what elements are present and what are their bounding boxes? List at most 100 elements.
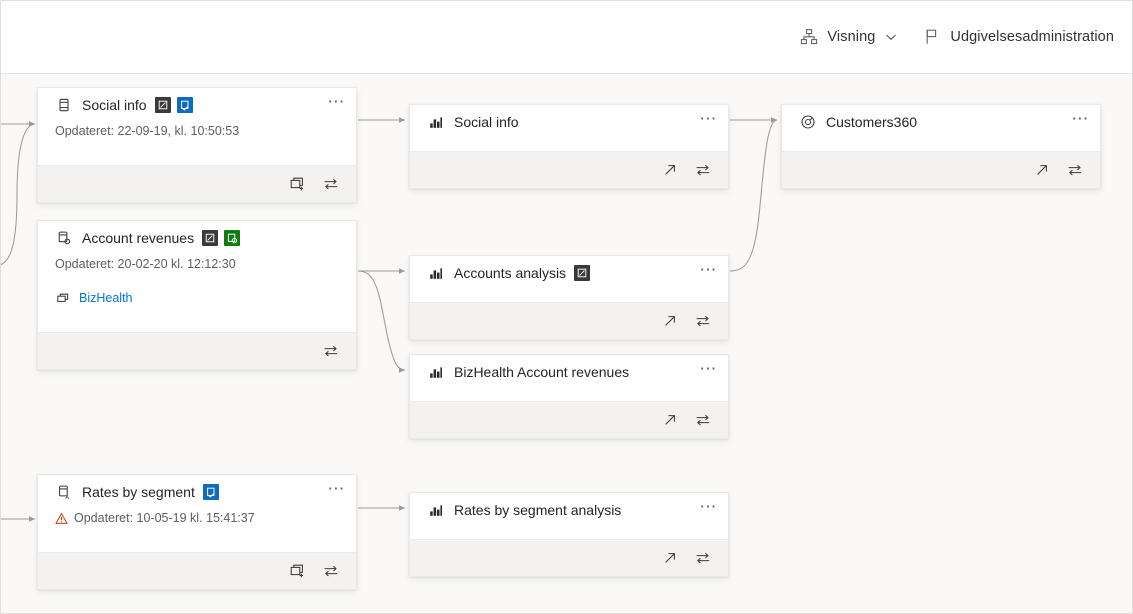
card-body: Social info ⋯ xyxy=(410,105,728,151)
release-management-label: Udgivelsesadministration xyxy=(950,29,1114,45)
card-title: Social info xyxy=(82,97,147,113)
create-report-icon[interactable] xyxy=(284,171,312,197)
lineage-impact-icon[interactable] xyxy=(689,157,717,183)
card-title: Rates by segment xyxy=(82,484,195,500)
card-title: Accounts analysis xyxy=(454,265,566,281)
lineage-impact-icon[interactable] xyxy=(317,338,345,364)
certified-badge-icon[interactable] xyxy=(177,97,193,113)
card-footer xyxy=(410,151,728,188)
lineage-impact-icon[interactable] xyxy=(317,558,345,584)
card-menu-button[interactable]: ⋯ xyxy=(697,362,720,381)
report-icon xyxy=(427,363,445,381)
lineage-impact-icon[interactable] xyxy=(1061,157,1089,183)
promoted-badge-icon[interactable] xyxy=(155,97,171,113)
card-body: Account revenues xyxy=(38,221,356,332)
card-header: BizHealth Account revenues ⋯ xyxy=(410,355,728,388)
card-filler xyxy=(38,528,356,552)
card-filler xyxy=(410,526,728,539)
release-management-button[interactable]: Udgivelsesadministration xyxy=(916,21,1120,53)
card-header: Accounts analysis ⋯ xyxy=(410,256,728,289)
lineage-card-dataset-social-info[interactable]: Social info xyxy=(37,87,357,203)
card-filler xyxy=(410,138,728,151)
top-toolbar: Visning Udgivelsesadministration xyxy=(1,1,1133,74)
view-menu-label: Visning xyxy=(827,29,875,45)
card-badges xyxy=(574,265,596,281)
lineage-card-dataset-rates-by-segment[interactable]: A Rates by segment xyxy=(37,474,357,590)
dashboard-icon xyxy=(799,113,817,131)
open-report-icon[interactable] xyxy=(1028,157,1056,183)
card-body: A Rates by segment xyxy=(38,475,356,552)
card-title: Social info xyxy=(454,114,519,130)
card-menu-button[interactable]: ⋯ xyxy=(1069,112,1092,131)
card-source-link[interactable]: BizHealth xyxy=(79,291,133,305)
dataset-refresh-icon: A xyxy=(55,483,73,501)
card-body: Accounts analysis ⋯ xyxy=(410,256,728,302)
lineage-card-dataset-account-revenues[interactable]: Account revenues xyxy=(37,220,357,370)
lineage-view-page: Visning Udgivelsesadministration xyxy=(0,0,1133,614)
card-badges xyxy=(203,484,225,500)
card-filler xyxy=(410,289,728,302)
card-filler xyxy=(410,388,728,401)
card-header: Social info xyxy=(38,88,356,121)
flag-icon xyxy=(922,27,942,47)
card-meta: Opdateret: 20-02-20 kl. 12:12:30 xyxy=(38,254,356,274)
lineage-impact-icon[interactable] xyxy=(689,308,717,334)
card-badges xyxy=(155,97,199,113)
card-menu-button[interactable]: ⋯ xyxy=(697,112,720,131)
card-header: Account revenues xyxy=(38,221,356,254)
card-header: Rates by segment analysis ⋯ xyxy=(410,493,728,526)
open-report-icon[interactable] xyxy=(656,407,684,433)
card-header: Customers360 ⋯ xyxy=(782,105,1100,138)
lineage-impact-icon[interactable] xyxy=(317,171,345,197)
card-body: Social info xyxy=(38,88,356,165)
card-footer xyxy=(410,302,728,339)
lineage-card-report-social-info[interactable]: Social info ⋯ xyxy=(409,104,729,189)
card-body: BizHealth Account revenues ⋯ xyxy=(410,355,728,401)
view-menu-button[interactable]: Visning xyxy=(793,21,906,53)
lineage-hierarchy-icon xyxy=(799,27,819,47)
card-menu-button[interactable]: ⋯ xyxy=(325,95,348,114)
lineage-card-report-rates-by-segment-analysis[interactable]: Rates by segment analysis ⋯ xyxy=(409,492,729,577)
lineage-impact-icon[interactable] xyxy=(689,545,717,571)
lineage-card-report-bizhealth-account-revenues[interactable]: BizHealth Account revenues ⋯ xyxy=(409,354,729,439)
card-meta: Opdateret: 10-05-19 kl. 15:41:37 xyxy=(38,508,356,528)
warning-triangle-icon xyxy=(55,512,68,525)
card-menu-button[interactable]: ⋯ xyxy=(697,500,720,519)
card-source-row[interactable]: BizHealth xyxy=(38,286,356,310)
card-title: BizHealth Account revenues xyxy=(454,364,629,380)
card-badges xyxy=(202,230,246,246)
card-meta: Opdateret: 22-09-19, kl. 10:50:53 xyxy=(38,121,356,141)
create-report-icon[interactable] xyxy=(284,558,312,584)
open-report-icon[interactable] xyxy=(656,308,684,334)
card-meta-text: Opdateret: 22-09-19, kl. 10:50:53 xyxy=(55,124,239,138)
card-menu-button[interactable]: ⋯ xyxy=(325,482,348,501)
dataflow-dataset-icon xyxy=(55,229,73,247)
lineage-card-report-accounts-analysis[interactable]: Accounts analysis ⋯ xyxy=(409,255,729,340)
dataflow-icon xyxy=(55,290,71,306)
lineage-impact-icon[interactable] xyxy=(689,407,717,433)
lineage-card-dashboard-customers360[interactable]: Customers360 ⋯ xyxy=(781,104,1101,189)
card-title: Rates by segment analysis xyxy=(454,502,621,518)
open-report-icon[interactable] xyxy=(656,157,684,183)
open-report-icon[interactable] xyxy=(656,545,684,571)
card-meta-text: Opdateret: 20-02-20 kl. 12:12:30 xyxy=(55,257,236,271)
card-body: Customers360 ⋯ xyxy=(782,105,1100,151)
card-menu-button[interactable]: ⋯ xyxy=(697,263,720,282)
svg-text:A: A xyxy=(65,495,69,500)
card-header: A Rates by segment xyxy=(38,475,356,508)
card-title: Account revenues xyxy=(82,230,194,246)
card-footer xyxy=(410,401,728,438)
card-footer xyxy=(38,165,356,202)
promoted-badge-icon[interactable] xyxy=(574,265,590,281)
card-filler xyxy=(38,310,356,332)
lineage-canvas[interactable]: Social info xyxy=(1,74,1133,614)
certified-badge-icon[interactable] xyxy=(203,484,219,500)
card-title: Customers360 xyxy=(826,114,917,130)
report-icon xyxy=(427,264,445,282)
certified-badge-icon[interactable] xyxy=(224,230,240,246)
card-filler xyxy=(38,141,356,165)
card-footer xyxy=(410,539,728,576)
card-footer xyxy=(38,332,356,369)
promoted-badge-icon[interactable] xyxy=(202,230,218,246)
card-header: Social info ⋯ xyxy=(410,105,728,138)
